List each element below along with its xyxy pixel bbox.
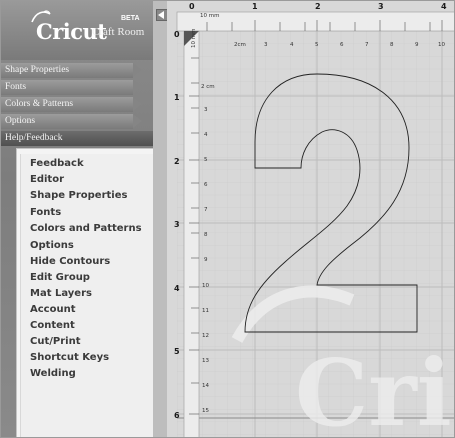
top-ruler-cm-label: 2cm [234,42,246,48]
top-ruler-inch-label: 0 [189,2,195,11]
collapse-arrow-icon [158,11,164,19]
help-item-editor[interactable]: Editor [30,174,64,185]
menu-shape-properties[interactable]: Shape Properties [0,63,153,78]
panel-divider[interactable] [153,0,167,438]
left-ruler-cm-label: 4 [204,132,208,138]
logo-area: Cricut Craft Room BETA [0,0,153,60]
left-ruler-cm-label: 3 [204,107,208,113]
top-ruler-cm-label: 6 [340,42,344,48]
app-logo-subtitle: Craft Room [92,26,145,38]
left-ruler-cm-label: 5 [204,157,208,163]
left-ruler-cm-label: 6 [204,182,208,188]
help-item-fonts[interactable]: Fonts [30,207,61,218]
left-ruler-cm-label: 2 cm [201,84,215,90]
top-ruler-inch-label: 3 [378,2,384,11]
help-item-hide-contours[interactable]: Hide Contours [30,256,110,267]
cricut-craft-room-window: Cricut Craft Room BETA Shape Properties … [0,0,455,438]
top-ruler-cm-label: 9 [415,42,419,48]
mat-grid: Cri 10 mm 2cm 3 4 5 6 7 8 9 10 0 1 2 3 4… [174,2,455,438]
left-ruler-cm-label: 14 [202,383,209,389]
help-item-colors-patterns[interactable]: Colors and Patterns [30,223,142,234]
help-item-content[interactable]: Content [30,320,75,331]
left-ruler [183,30,200,438]
help-item-edit-group[interactable]: Edit Group [30,272,90,283]
left-ruler-inch-label: 4 [174,284,180,293]
left-sidebar: Cricut Craft Room BETA Shape Properties … [0,0,154,438]
menu-label: Options [0,114,142,129]
menu-colors-patterns[interactable]: Colors & Patterns [0,97,153,112]
menu-help-feedback[interactable]: Help/Feedback [0,131,153,146]
help-item-options[interactable]: Options [30,240,74,251]
help-item-welding[interactable]: Welding [30,368,76,379]
top-ruler-inch-label: 4 [441,2,447,11]
menu-label: Help/Feedback [0,131,153,146]
left-ruler-inch-label: 3 [174,220,180,229]
top-ruler-inch-label: 2 [315,2,321,11]
left-ruler-inch-label: 5 [174,347,180,356]
left-ruler-inch-label: 2 [174,157,180,166]
left-ruler-cm-label: 13 [202,358,209,364]
help-item-cut-print[interactable]: Cut/Print [30,336,80,347]
cutting-mat-canvas[interactable]: Cri 10 mm 2cm 3 4 5 6 7 8 9 10 0 1 2 3 4… [167,0,455,438]
help-item-feedback[interactable]: Feedback [30,158,84,169]
top-ruler-cm-label: 10 mm [200,13,219,19]
menu-options[interactable]: Options [0,114,153,129]
left-ruler-inch-label: 6 [174,411,180,420]
left-ruler-cm-label: 10 mm [191,29,197,48]
left-ruler-cm-label: 10 [202,283,209,289]
help-item-account[interactable]: Account [30,304,75,315]
watermark-logo: Cri [295,339,452,438]
left-ruler-cm-label: 7 [204,207,208,213]
help-item-shortcut-keys[interactable]: Shortcut Keys [30,352,109,363]
top-ruler-cm-label: 4 [290,42,294,48]
top-ruler-cm-label: 7 [365,42,369,48]
help-item-shape-properties[interactable]: Shape Properties [30,190,127,201]
top-ruler-cm-label: 10 [438,42,445,48]
left-ruler-cm-label: 12 [202,333,209,339]
left-ruler-inch-label: 1 [174,93,180,102]
beta-badge: BETA [121,15,140,22]
top-ruler-cm-label: 3 [264,42,268,48]
left-ruler-cm-label: 9 [204,257,208,263]
left-ruler-inch-label: 0 [174,30,180,39]
top-ruler-inch-label: 1 [252,2,258,11]
menu-label: Fonts [0,80,142,95]
menu-fonts[interactable]: Fonts [0,80,153,95]
left-ruler-cm-label: 11 [202,308,209,314]
top-ruler-cm-label: 5 [315,42,319,48]
left-ruler-cm-label: 15 [202,408,209,414]
help-item-mat-layers[interactable]: Mat Layers [30,288,92,299]
left-ruler-cm-label: 8 [204,232,208,238]
top-ruler-cm-label: 8 [390,42,394,48]
menu-label: Shape Properties [0,63,142,78]
menu-label: Colors & Patterns [0,97,142,112]
